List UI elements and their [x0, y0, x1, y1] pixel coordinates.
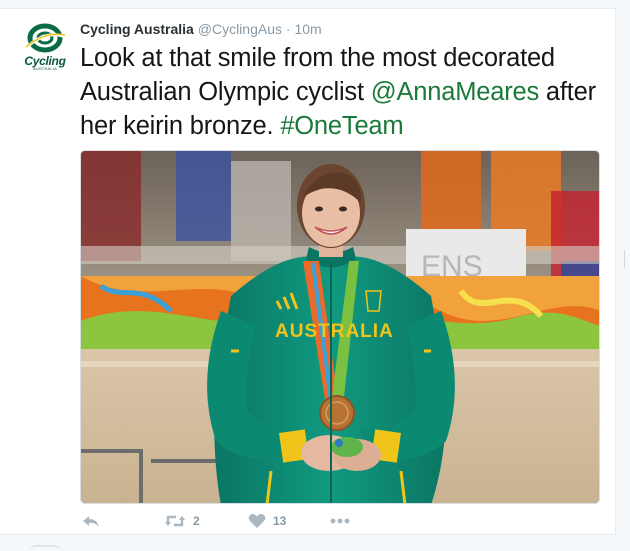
author-name[interactable]: Cycling Australia — [80, 21, 194, 37]
hashtag-link[interactable]: #OneTeam — [280, 112, 403, 140]
next-tweet-avatar-edge — [30, 545, 60, 551]
tweet-card[interactable]: Cycling AUSTRALIA Cycling Australia @Cyc… — [0, 8, 616, 535]
more-button[interactable] — [330, 511, 350, 531]
tweet-text: Look at that smile from the most decorat… — [80, 41, 610, 143]
retweet-button[interactable]: 2 — [164, 511, 200, 531]
scroll-edge — [624, 250, 630, 268]
tweet-actions: 2 13 — [80, 511, 480, 531]
avatar[interactable]: Cycling AUSTRALIA — [20, 21, 70, 71]
retweet-count: 2 — [193, 514, 200, 528]
more-icon — [330, 518, 350, 524]
header-separator: · — [285, 21, 291, 37]
reply-button[interactable] — [82, 511, 100, 531]
mention-link[interactable]: @AnnaMeares — [371, 78, 539, 106]
photo-cyclist-with-bronze-medal: ENS AUSTRALIA — [81, 151, 599, 503]
tweet-photo[interactable]: ENS AUSTRALIA — [80, 150, 600, 504]
like-count: 13 — [273, 514, 287, 528]
heart-icon — [248, 514, 266, 528]
avatar-logo-subtext: AUSTRALIA — [32, 66, 58, 71]
tweet-header: Cycling Australia @CyclingAus · 10m — [80, 20, 322, 38]
reply-icon — [83, 516, 99, 527]
retweet-icon — [165, 515, 185, 527]
like-button[interactable]: 13 — [248, 511, 286, 531]
cycling-australia-logo — [23, 23, 67, 53]
author-handle[interactable]: @CyclingAus — [198, 21, 282, 37]
jacket-text: AUSTRALIA — [275, 321, 394, 342]
tweet-timestamp[interactable]: 10m — [294, 21, 321, 37]
